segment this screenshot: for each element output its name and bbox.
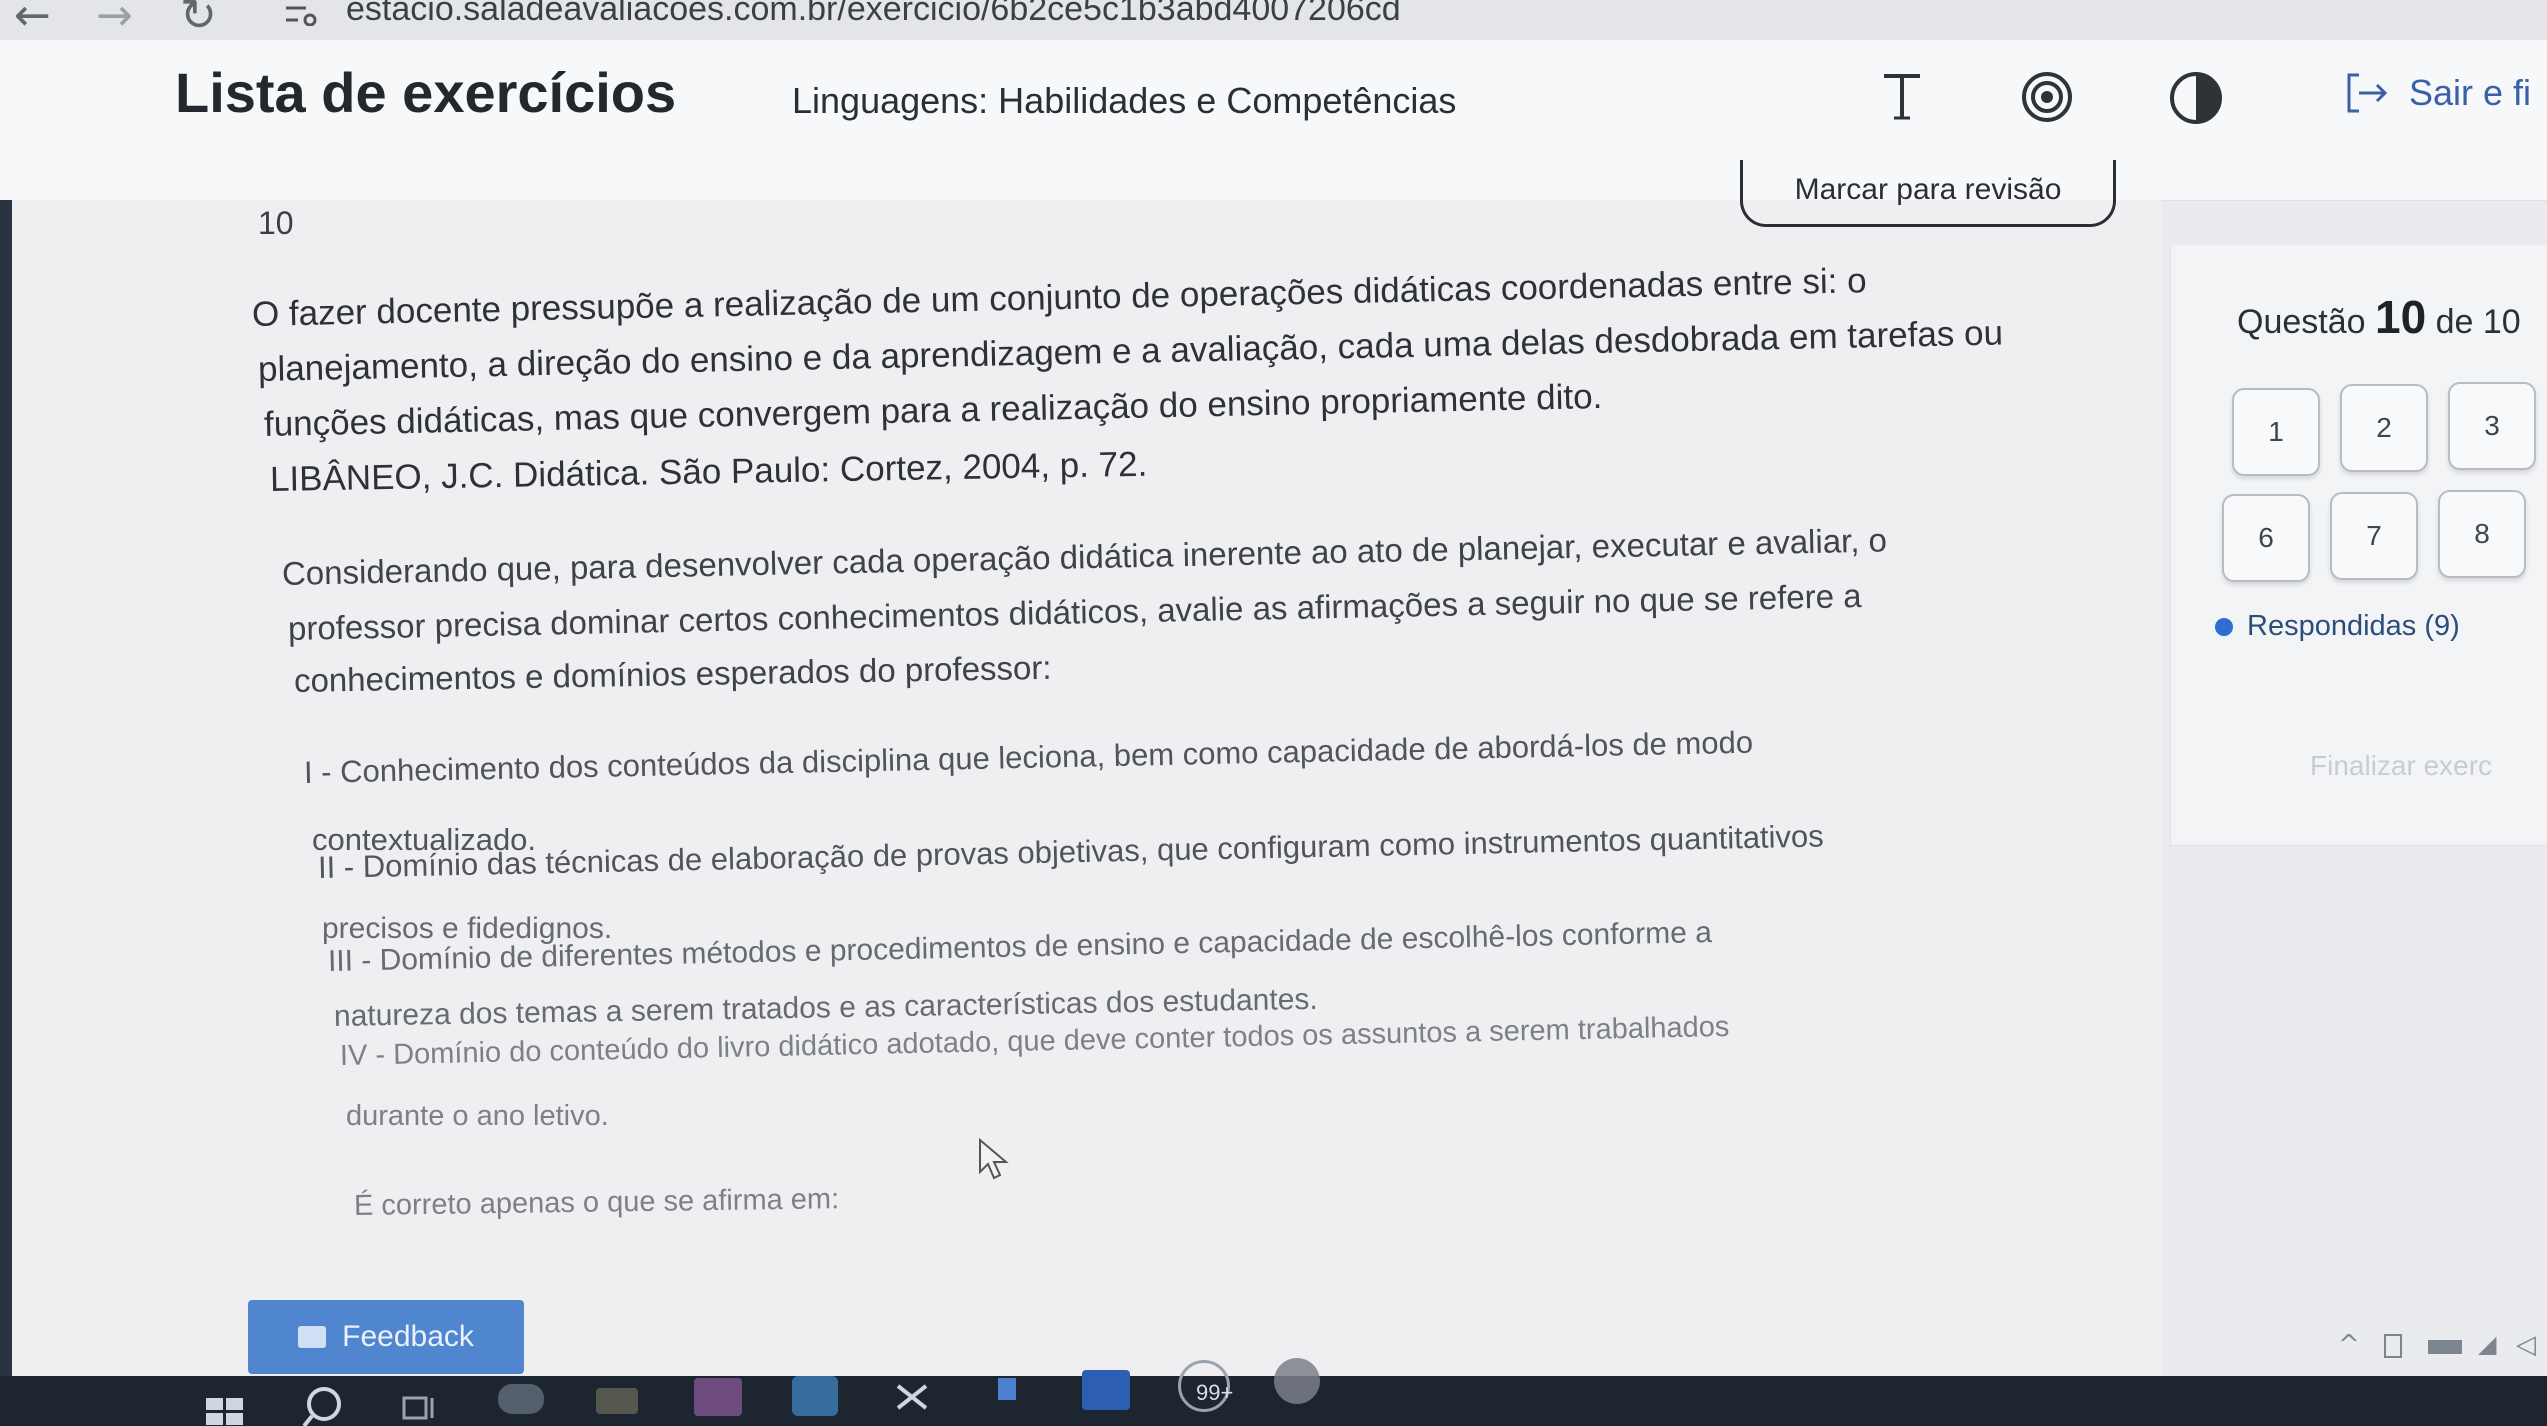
feedback-icon bbox=[298, 1326, 327, 1348]
feedback-label: Feedback bbox=[342, 1320, 474, 1353]
back-icon[interactable]: ← bbox=[14, 0, 51, 38]
site-settings-icon[interactable] bbox=[284, 2, 320, 26]
app-icon[interactable] bbox=[894, 1380, 930, 1414]
notification-badge: 99+ bbox=[1196, 1380, 1234, 1405]
mouse-cursor-icon bbox=[979, 1138, 1009, 1180]
question-button-2[interactable]: 2 bbox=[2340, 384, 2428, 472]
url-bar[interactable]: estacio.saladeavaliacoes.com.br/exercici… bbox=[346, 0, 1401, 29]
exit-button[interactable]: Sair e fi bbox=[2345, 72, 2531, 114]
page-subtitle: Linguagens: Habilidades e Competências bbox=[792, 80, 1457, 121]
answered-dot-icon bbox=[2215, 617, 2233, 636]
task-view-icon[interactable] bbox=[402, 1394, 438, 1424]
answered-label: Respondidas (9) bbox=[2247, 610, 2460, 642]
current-question-number: 10 bbox=[2374, 291, 2427, 343]
app-icon[interactable] bbox=[792, 1376, 838, 1416]
app-icon[interactable] bbox=[998, 1378, 1016, 1400]
mark-for-review-button[interactable]: Marcar para revisão bbox=[1740, 160, 2116, 227]
forward-icon[interactable]: → bbox=[96, 0, 133, 38]
chrome-app-icon[interactable] bbox=[1274, 1358, 1320, 1404]
volume-icon[interactable]: ◁ bbox=[2516, 1330, 2536, 1360]
text-size-icon[interactable] bbox=[1880, 70, 1924, 122]
question-counter: Questão 10 de 10 bbox=[2237, 291, 2521, 343]
app-icon[interactable] bbox=[596, 1388, 638, 1414]
chevron-up-icon[interactable]: ^ bbox=[2338, 1330, 2360, 1360]
app-icon[interactable] bbox=[694, 1378, 742, 1416]
exit-icon bbox=[2347, 73, 2388, 113]
device-icon[interactable] bbox=[2384, 1334, 2402, 1358]
answered-legend: Respondidas (9) bbox=[2215, 610, 2460, 643]
screen: ← → ↻ estacio.saladeavaliacoes.com.br/ex… bbox=[0, 0, 2547, 1426]
question-prompt: É correto apenas o que se afirma em: bbox=[353, 1183, 840, 1222]
exit-label: Sair e fi bbox=[2409, 72, 2532, 113]
search-icon[interactable] bbox=[302, 1384, 348, 1426]
finish-exercise-button[interactable]: Finalizar exerc bbox=[2310, 750, 2492, 782]
question-button-3[interactable]: 3 bbox=[2448, 382, 2536, 470]
question-button-7[interactable]: 7 bbox=[2330, 492, 2418, 580]
contrast-icon[interactable] bbox=[2168, 70, 2224, 126]
question-button-8[interactable]: 8 bbox=[2438, 490, 2526, 578]
app-icon[interactable] bbox=[498, 1384, 544, 1414]
question-number: 10 bbox=[258, 205, 294, 241]
question-button-6[interactable]: 6 bbox=[2222, 494, 2310, 582]
screen-bezel bbox=[0, 200, 12, 1426]
windows-start-icon[interactable] bbox=[206, 1398, 246, 1426]
wifi-icon[interactable]: ◢ bbox=[2478, 1330, 2496, 1358]
word-app-icon[interactable] bbox=[1082, 1370, 1130, 1410]
battery-icon[interactable] bbox=[2428, 1340, 2462, 1354]
target-icon[interactable] bbox=[2020, 70, 2074, 124]
page-title: Lista de exercícios bbox=[175, 61, 677, 124]
reload-icon[interactable]: ↻ bbox=[180, 0, 217, 38]
question-button-1[interactable]: 1 bbox=[2232, 388, 2320, 476]
feedback-button[interactable]: Feedback bbox=[248, 1300, 524, 1374]
statement-text-line: durante o ano letivo. bbox=[346, 1100, 609, 1132]
